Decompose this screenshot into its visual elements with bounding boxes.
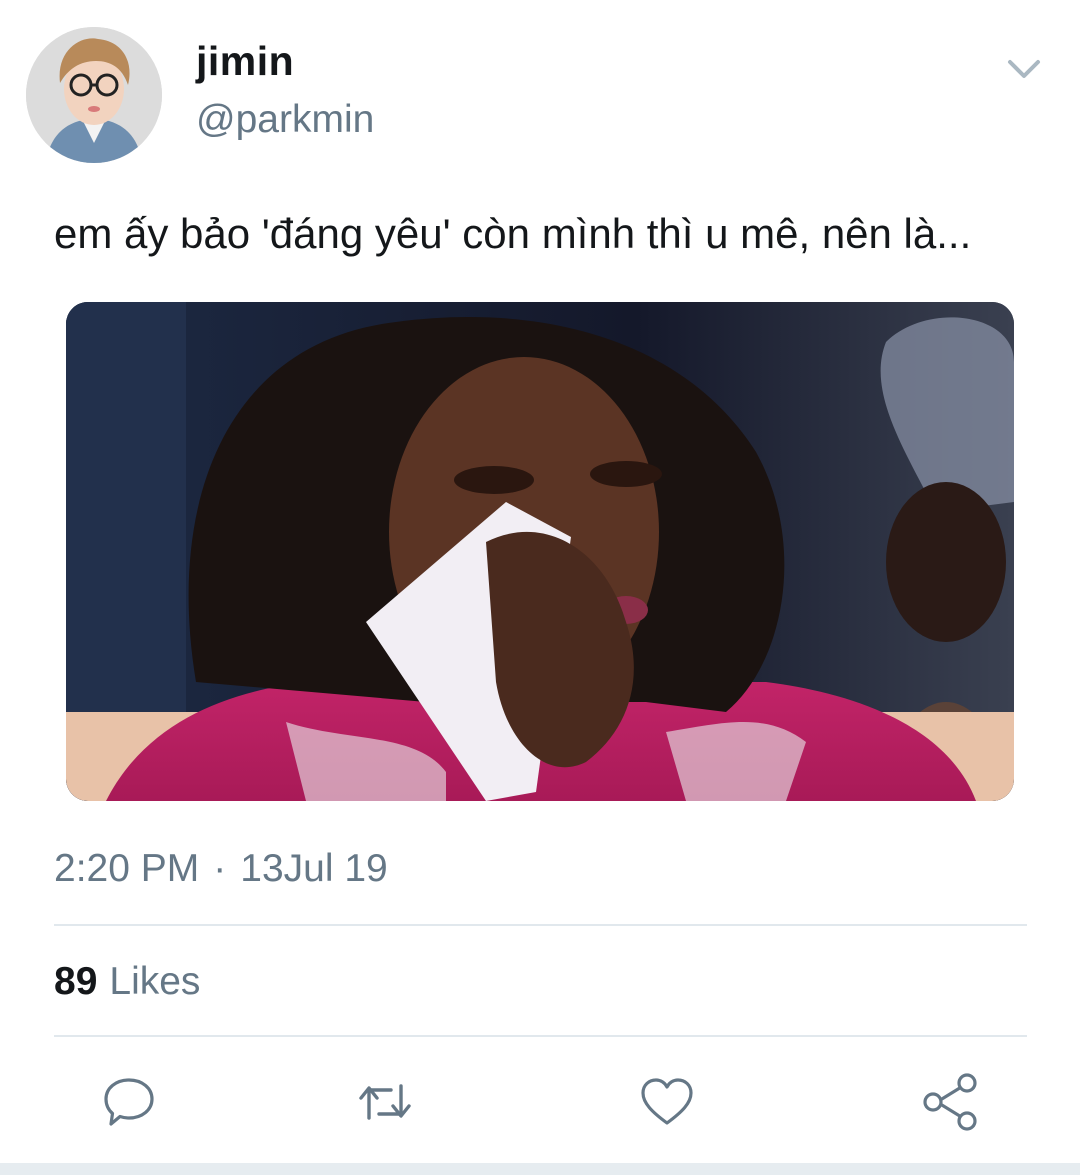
reply-button[interactable] [97,1070,161,1134]
retweet-icon [359,1084,411,1120]
tweet-timestamp[interactable]: 2:20 PM · 13Jul 19 [54,847,388,891]
divider [54,924,1027,926]
tweet-card: jimin @parkmin em ấy bảo 'đáng yêu' còn … [0,0,1080,1175]
avatar[interactable] [26,27,162,163]
bottom-edge [0,1163,1080,1175]
likes-label: Likes [109,960,201,1003]
tweet-photo[interactable] [66,302,1014,801]
reply-icon [104,1078,154,1126]
share-button[interactable] [919,1070,983,1134]
tweet-text: em ấy bảo 'đáng yêu' còn mình thì u mê, … [54,210,972,257]
tweet-date: 13Jul 19 [240,847,388,890]
likes-count: 89 [54,960,98,1003]
like-button[interactable] [635,1070,699,1134]
tweet-time: 2:20 PM [54,847,200,890]
author-handle[interactable]: @parkmin [196,98,374,142]
author-display-name[interactable]: jimin [196,38,294,85]
likes-stat[interactable]: 89 Likes [54,960,200,1004]
retweet-button[interactable] [353,1070,417,1134]
timestamp-separator: · [213,847,227,890]
share-icon [923,1073,977,1131]
divider [54,1035,1027,1037]
heart-icon [641,1078,693,1125]
chevron-down-icon[interactable] [1004,54,1044,84]
